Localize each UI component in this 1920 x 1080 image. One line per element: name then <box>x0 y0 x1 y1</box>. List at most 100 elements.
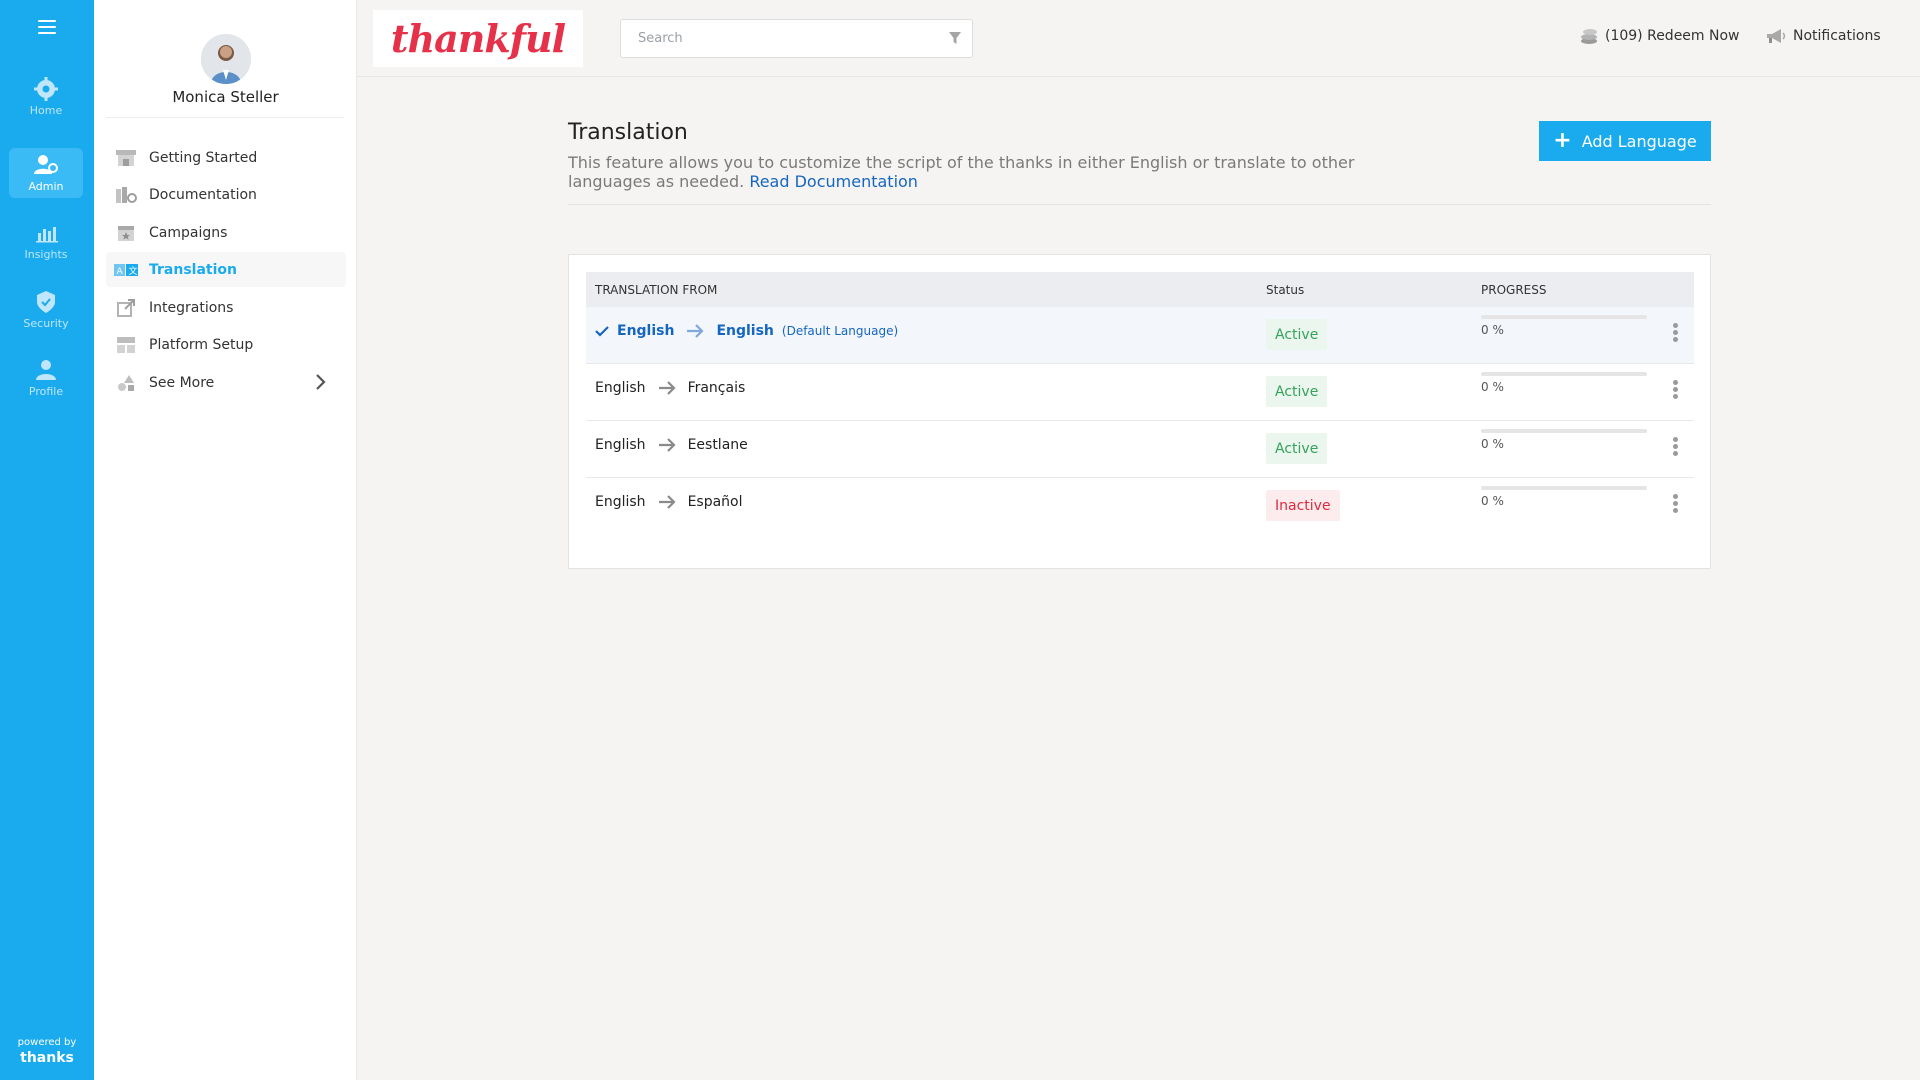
language-pair: English Français <box>595 380 745 396</box>
redeem-label: (109) Redeem Now <box>1605 28 1740 44</box>
progress: 0 % <box>1481 372 1647 394</box>
chevron-right-icon[interactable] <box>314 373 326 391</box>
bar-chart-icon <box>36 227 58 243</box>
megaphone-icon <box>1767 29 1786 43</box>
target-language: Français <box>687 380 746 396</box>
progress-percent: 0 % <box>1481 323 1504 337</box>
progress: 0 % <box>1481 486 1647 508</box>
progress-bar <box>1481 315 1647 319</box>
rail-item-security[interactable]: Security <box>9 285 83 335</box>
sidebar-item-label: Integrations <box>149 299 234 316</box>
notifications-label: Notifications <box>1793 28 1881 44</box>
status-badge: Active <box>1266 433 1328 464</box>
arrow-right-icon <box>658 381 676 395</box>
powered-by-label: powered by <box>17 1037 77 1048</box>
translate-icon: A文 <box>114 259 138 281</box>
search-input[interactable] <box>621 20 921 57</box>
svg-text:文: 文 <box>129 265 138 277</box>
powered-by-brand: thanks <box>20 1050 74 1066</box>
sidebar-item-label: Platform Setup <box>149 336 254 353</box>
user-name: Monica Steller <box>172 88 279 106</box>
admin-user-icon <box>34 155 58 174</box>
table-row[interactable]: English Français Active 0 % <box>586 364 1694 421</box>
table-row[interactable]: English Español Inactive 0 % <box>586 478 1694 535</box>
sidebar-item-label: Campaigns <box>149 224 228 241</box>
sidebar-item-translation[interactable]: A文 Translation <box>106 252 346 287</box>
add-language-button[interactable]: + Add Language <box>1539 121 1711 161</box>
table-row[interactable]: English Eestlane Active 0 % <box>586 421 1694 478</box>
read-documentation-link[interactable]: Read Documentation <box>749 172 918 191</box>
gear-icon <box>34 77 58 101</box>
default-language-note: (Default Language) <box>781 324 899 338</box>
divider <box>568 204 1711 205</box>
language-pair: English Español <box>595 494 743 510</box>
arrow-right-icon <box>687 324 705 338</box>
coins-icon <box>1581 29 1597 44</box>
shield-icon <box>37 291 55 313</box>
rail-label: Profile <box>28 385 64 398</box>
column-header-progress: PROGRESS <box>1481 283 1547 297</box>
progress: 0 % <box>1481 429 1647 451</box>
more-options-icon[interactable] <box>1670 323 1680 347</box>
table-header: TRANSLATION FROM Status PROGRESS <box>586 272 1694 307</box>
avatar-image <box>201 34 251 84</box>
rail-item-home[interactable]: Home <box>9 72 83 122</box>
calendar-star-icon <box>114 222 138 244</box>
source-language: English <box>595 437 646 453</box>
status-badge: Inactive <box>1266 490 1340 521</box>
rail-label: Home <box>29 104 63 117</box>
rail-item-insights[interactable]: Insights <box>9 216 83 266</box>
target-language: Español <box>687 494 743 510</box>
sidebar-item-campaigns[interactable]: Campaigns <box>106 215 346 250</box>
redeem-link[interactable]: (109) Redeem Now <box>1579 27 1740 45</box>
search-box <box>620 19 973 58</box>
add-language-label: Add Language <box>1581 131 1697 151</box>
rail-item-admin[interactable]: Admin <box>9 148 83 198</box>
more-options-icon[interactable] <box>1670 380 1680 404</box>
rail-label: Insights <box>24 248 68 261</box>
documentation-icon <box>114 184 138 206</box>
sidebar-item-label: Getting Started <box>149 149 258 166</box>
logo-text: thankful <box>390 16 566 61</box>
filter-icon[interactable] <box>948 31 962 46</box>
sidebar-item-label: See More <box>149 374 215 391</box>
notifications-link[interactable]: Notifications <box>1765 27 1881 45</box>
plus-icon: + <box>1553 128 1572 153</box>
profile-icon <box>36 360 56 380</box>
shapes-icon <box>114 372 138 394</box>
arrow-right-icon <box>658 495 676 509</box>
avatar[interactable] <box>201 34 251 84</box>
language-pair: English English (Default Language) <box>595 323 898 339</box>
status-badge: Active <box>1266 376 1328 407</box>
sidebar-item-see-more[interactable]: See More <box>106 365 346 400</box>
column-header-status: Status <box>1266 283 1305 297</box>
source-language: English <box>595 494 646 510</box>
sidebar-item-documentation[interactable]: Documentation <box>106 177 346 212</box>
external-link-icon <box>114 297 138 319</box>
sidebar-item-label: Translation <box>149 261 237 278</box>
menu-icon[interactable] <box>38 20 56 34</box>
column-header-translation-from: TRANSLATION FROM <box>595 283 718 297</box>
more-options-icon[interactable] <box>1670 494 1680 518</box>
source-language: English <box>595 380 646 396</box>
sidebar-item-platform-setup[interactable]: Platform Setup <box>106 327 346 362</box>
brand-logo[interactable]: thankful <box>373 10 583 67</box>
arrow-right-icon <box>658 438 676 452</box>
table-row[interactable]: English English (Default Language) Activ… <box>586 307 1694 364</box>
powered-by: powered by thanks <box>0 1037 94 1066</box>
app-rail: Home Admin Insights Security Profile pow… <box>0 0 94 1080</box>
sidebar-item-getting-started[interactable]: Getting Started <box>106 140 346 175</box>
more-options-icon[interactable] <box>1670 437 1680 461</box>
sidebar-item-label: Documentation <box>149 186 257 203</box>
page-description: This feature allows you to customize the… <box>568 153 1388 191</box>
progress: 0 % <box>1481 315 1647 337</box>
translations-table: TRANSLATION FROM Status PROGRESS English… <box>568 254 1711 569</box>
progress-bar <box>1481 372 1647 376</box>
sidebar-item-integrations[interactable]: Integrations <box>106 290 346 325</box>
rail-item-profile[interactable]: Profile <box>9 353 83 403</box>
rail-label: Security <box>23 317 69 330</box>
layout-icon <box>114 334 138 356</box>
language-pair: English Eestlane <box>595 437 748 453</box>
target-language: Eestlane <box>687 437 748 453</box>
source-language: English <box>617 323 675 339</box>
